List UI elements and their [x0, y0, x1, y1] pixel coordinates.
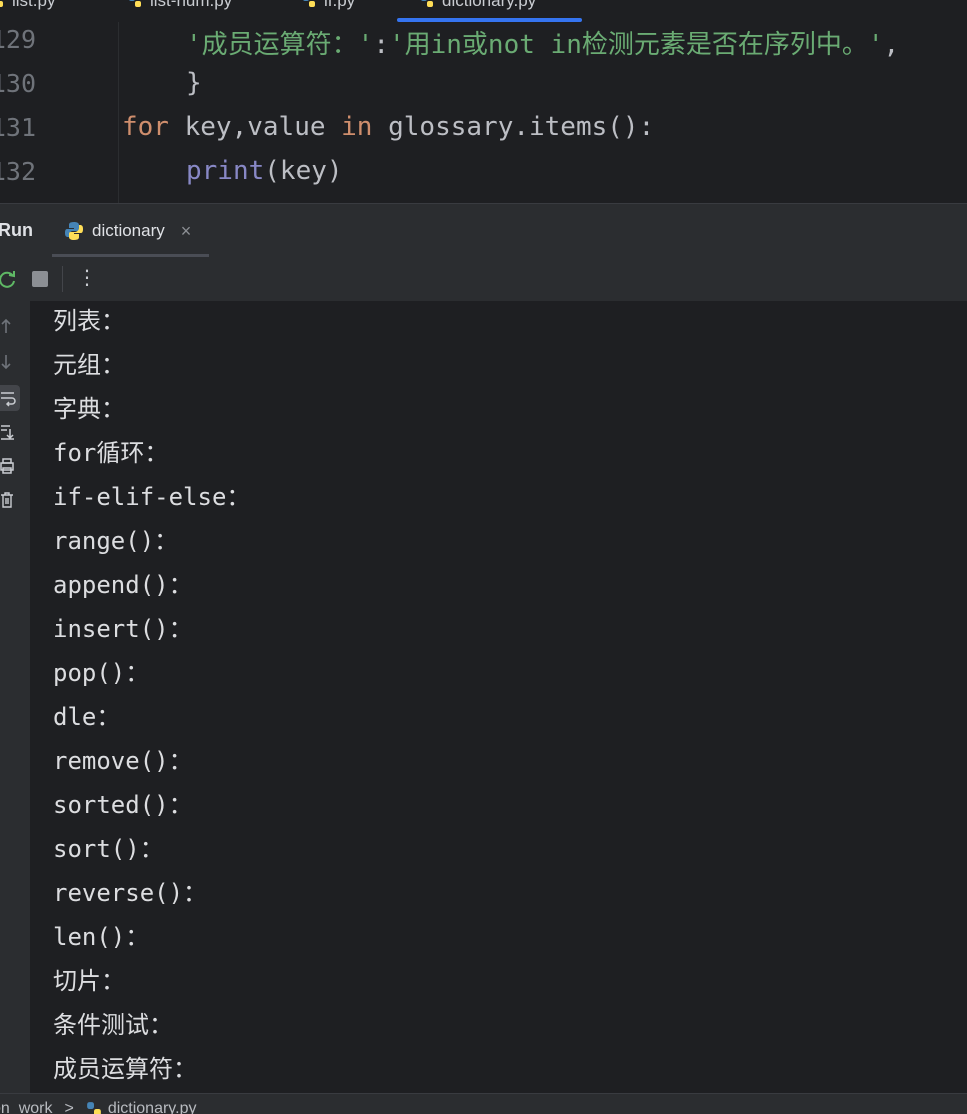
run-panel-title: Run — [0, 220, 33, 240]
run-tab-label: dictionary — [92, 221, 165, 240]
editor-tab-label: list-num.py — [150, 0, 233, 10]
output-line: pop()： — [53, 659, 150, 687]
scroll-down-icon[interactable] — [0, 353, 18, 371]
run-tool-window-header: Run dictionary × — [0, 203, 967, 258]
stop-icon[interactable] — [31, 270, 49, 288]
rerun-icon[interactable] — [0, 268, 18, 290]
output-line: 列表： — [53, 307, 125, 335]
editor-tab-list-num[interactable]: list-num.py — [128, 0, 232, 14]
output-line: dle： — [53, 703, 121, 731]
output-line: if-elif-else： — [53, 483, 251, 511]
output-line: reverse()： — [53, 879, 208, 907]
run-tab-dictionary[interactable]: dictionary × — [64, 217, 191, 245]
soft-wrap-toggle[interactable] — [0, 385, 20, 411]
python-file-icon — [0, 1, 3, 7]
python-file-icon — [129, 0, 141, 7]
line-number: 132 — [0, 157, 36, 186]
editor-tab-label: dictionary.py — [442, 0, 537, 10]
ide-window: list.py list-num.py if.py dictionary.py … — [0, 0, 967, 1114]
editor-tab-strip: list.py list-num.py if.py dictionary.py — [0, 0, 967, 23]
breadcrumb-file[interactable]: dictionary.py — [108, 1100, 197, 1114]
output-line: insert()： — [53, 615, 193, 643]
string-literal: '成员运算符：' — [186, 30, 374, 60]
output-line: range()： — [53, 527, 179, 555]
output-line: 切片： — [53, 967, 125, 995]
soft-wrap-icon — [1, 392, 16, 407]
breadcrumb-project[interactable]: on_work — [0, 1100, 52, 1114]
print-icon[interactable] — [0, 457, 18, 475]
line-number: 130 — [0, 69, 36, 98]
comma-token: , — [883, 30, 900, 60]
editor-tab-if[interactable]: if.py — [302, 0, 355, 14]
output-line: remove()： — [53, 747, 193, 775]
python-icon — [65, 222, 83, 240]
code-editor[interactable]: 129 130 131 132 '成员运算符：':'用in或not in检测元素… — [0, 22, 967, 203]
editor-tab-dictionary[interactable]: dictionary.py — [420, 0, 536, 14]
output-line: len()： — [53, 923, 150, 951]
python-file-icon — [421, 0, 433, 7]
python-file-icon — [303, 0, 315, 7]
code-line-129: '成员运算符：':'用in或not in检测元素是否在序列中。', — [186, 24, 899, 61]
code-line-130: } — [186, 68, 202, 98]
loop-vars: key,value — [168, 112, 342, 142]
editor-tab-list[interactable]: list.py — [0, 0, 55, 14]
trash-icon[interactable] — [0, 491, 18, 509]
run-toolbar: ⋮ — [0, 257, 967, 302]
output-line: sorted()： — [53, 791, 193, 819]
breadcrumb: on_work > dictionary.py — [0, 1100, 196, 1114]
more-options-icon[interactable]: ⋮ — [77, 265, 97, 289]
output-line: for循环： — [53, 439, 169, 467]
keyword-for: for — [122, 112, 169, 142]
line-number: 129 — [0, 25, 36, 54]
python-file-icon — [86, 1102, 101, 1114]
code-line-131: for key,value in glossary.items(): — [122, 112, 654, 142]
scroll-up-icon[interactable] — [0, 317, 18, 335]
output-line: sort()： — [53, 835, 164, 863]
keyword-in: in — [341, 112, 373, 142]
call-args: (key) — [264, 156, 343, 186]
console-side-toolbar — [0, 301, 30, 1093]
output-line: 成员运算符： — [53, 1055, 197, 1083]
colon-token: : — [373, 30, 389, 60]
scroll-to-end-icon[interactable] — [0, 423, 18, 441]
output-line: 字典： — [53, 395, 125, 423]
console-output[interactable]: 列表： 元组： 字典： for循环： if-elif-else： range()… — [0, 301, 967, 1093]
iterable-expr: glossary.items(): — [372, 112, 655, 142]
editor-tab-label: list.py — [12, 0, 56, 10]
output-line: append()： — [53, 571, 193, 599]
line-number: 131 — [0, 113, 36, 142]
close-icon[interactable]: × — [181, 221, 192, 242]
output-line: 元组： — [53, 351, 125, 379]
string-literal: '用in或not in检测元素是否在序列中。' — [388, 30, 884, 60]
editor-tab-label: if.py — [324, 0, 356, 10]
output-line: 条件测试： — [53, 1011, 173, 1039]
status-bar: on_work > dictionary.py — [0, 1093, 967, 1114]
toolbar-divider — [62, 266, 63, 292]
code-line-132: print(key) — [186, 156, 343, 186]
line-number-gutter: 129 130 131 132 — [0, 22, 119, 203]
builtin-print: print — [186, 156, 265, 186]
breadcrumb-separator: > — [64, 1100, 74, 1114]
